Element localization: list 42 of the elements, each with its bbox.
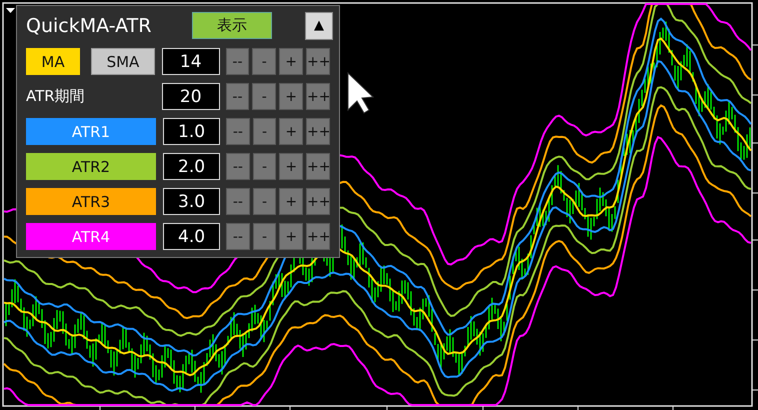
step-button[interactable]: -- — [226, 153, 250, 180]
step-button[interactable]: -- — [226, 223, 250, 250]
value-field[interactable]: 2.0 — [163, 153, 220, 180]
step-button[interactable]: -- — [226, 48, 250, 75]
step-button[interactable]: - — [252, 48, 276, 75]
band-button[interactable]: ATR3 — [26, 188, 156, 215]
step-button[interactable]: ++ — [306, 83, 330, 110]
value-field[interactable]: 20 — [162, 83, 220, 110]
step-button[interactable]: -- — [226, 83, 250, 110]
step-button[interactable]: - — [252, 118, 276, 145]
step-button[interactable]: - — [252, 83, 276, 110]
cursor-icon — [348, 72, 374, 114]
value-field[interactable]: 4.0 — [163, 223, 220, 250]
value-field[interactable]: 3.0 — [163, 188, 220, 215]
band-button[interactable]: ATR4 — [26, 223, 156, 250]
dropdown-triangle-icon[interactable] — [6, 8, 15, 13]
value-field[interactable]: 1.0 — [163, 118, 220, 145]
step-button[interactable]: - — [252, 188, 276, 215]
step-button[interactable]: + — [279, 118, 303, 145]
atr-period-label: ATR期間 — [26, 87, 85, 106]
band-button[interactable]: ATR2 — [26, 153, 156, 180]
step-button[interactable]: ++ — [306, 48, 330, 75]
step-button[interactable]: ++ — [306, 153, 330, 180]
value-field[interactable]: 14 — [162, 48, 220, 75]
panel-title: QuickMA-ATR — [26, 14, 152, 36]
step-button[interactable]: -- — [226, 188, 250, 215]
collapse-button[interactable]: ▲ — [305, 12, 333, 40]
step-button[interactable]: ++ — [306, 223, 330, 250]
ma-button[interactable]: MA — [26, 48, 80, 75]
step-button[interactable]: + — [279, 223, 303, 250]
step-button[interactable]: ++ — [306, 118, 330, 145]
band-button[interactable]: ATR1 — [26, 118, 156, 145]
step-button[interactable]: - — [252, 223, 276, 250]
step-button[interactable]: ++ — [306, 188, 330, 215]
step-button[interactable]: + — [279, 153, 303, 180]
step-button[interactable]: - — [252, 153, 276, 180]
step-button[interactable]: + — [279, 188, 303, 215]
step-button[interactable]: + — [279, 48, 304, 75]
step-button[interactable]: -- — [226, 118, 250, 145]
step-button[interactable]: + — [279, 83, 304, 110]
ma-type-button[interactable]: SMA — [90, 48, 155, 75]
show-button[interactable]: 表示 — [192, 12, 272, 39]
